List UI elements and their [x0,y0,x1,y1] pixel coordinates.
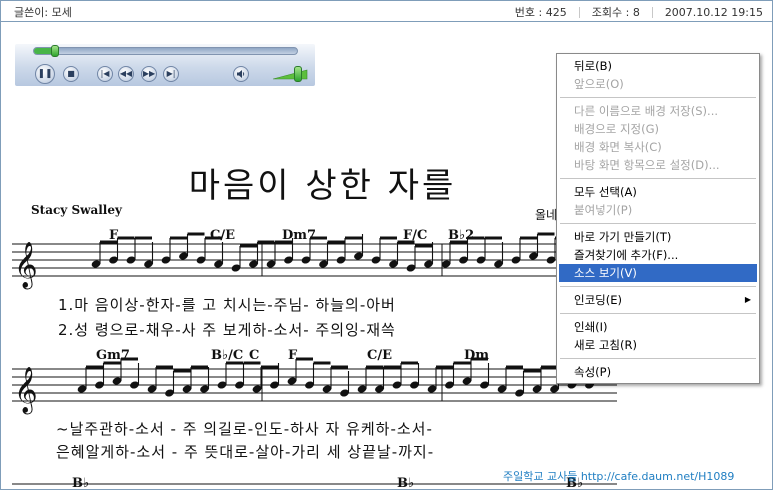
post-author: 글쓴이: 모세 [14,4,72,20]
menu-item-label: 뒤로(B) [574,59,613,73]
meta-divider [578,6,580,18]
post-number: 425 [545,5,567,19]
chord-label: Dm7 [282,228,317,243]
menu-separator [560,358,756,359]
post-datetime: 2007.10.12 19:15 [664,5,763,19]
number-label: 번호 : [514,6,543,19]
menu-item-encoding[interactable]: 인코딩(E) ▶ [559,291,757,309]
sheet-music: 𝄞 𝄞 F C/E Dm7 F/C B♭2 1.마 음이상-한자-를 고 치시는-… [12,222,625,490]
lyric-line: ~날주관하-소서 - 주 의길로-인도-하사 자 유케하-소서- [56,420,433,438]
chord-label: F [109,228,119,243]
chord-label: B♭ [72,476,90,490]
pause-button[interactable]: ❚❚ [35,64,55,84]
volume-thumb[interactable] [294,66,302,82]
menu-item-label: 모두 선택(A) [574,185,637,199]
sheet-title: 마음이 상한 자를 [188,166,457,206]
post-meta: 번호 : 425 조회수 : 8 2007.10.12 19:15 [515,4,763,20]
menu-item-view-source[interactable]: 소스 보기(V) [559,264,757,282]
menu-item-select-all[interactable]: 모두 선택(A) [559,183,757,201]
composer-name: Stacy Swalley [31,203,122,217]
menu-separator [560,97,756,98]
meta-divider [651,6,653,18]
view-count: 8 [632,5,640,19]
treble-clef-icon: 𝄞 [14,367,38,415]
author-name: 모세 [51,6,72,19]
menu-item-set-desktop-item[interactable]: 바탕 화면 항목으로 설정(D)... [559,156,757,174]
menu-item-copy-background[interactable]: 배경 화면 복사(C) [559,138,757,156]
menu-item-label: 배경 화면 복사(C) [574,140,662,154]
chord-label: C [249,348,260,363]
chord-label: F [288,348,298,363]
menu-item-label: 다른 이름으로 배경 저장(S)... [574,104,719,118]
stop-icon: ■ [67,69,75,78]
chord-label: Gm7 [96,348,130,363]
author-label: 글쓴이: [14,6,49,19]
media-player: ❚❚ ■ |◀ ◀◀ ▶▶ ▶| [15,44,315,86]
views-label: 조회수 : [591,6,630,19]
next-button[interactable]: ▶| [163,66,179,82]
stop-button[interactable]: ■ [63,66,79,82]
menu-item-paste[interactable]: 붙여넣기(P) [559,201,757,219]
menu-item-create-shortcut[interactable]: 바로 가기 만들기(T) [559,228,757,246]
menu-item-back[interactable]: 뒤로(B) [559,57,757,75]
mute-button[interactable] [233,66,249,82]
menu-separator [560,286,756,287]
menu-item-forward[interactable]: 앞으로(O) [559,75,757,93]
menu-item-properties[interactable]: 속성(P) [559,363,757,381]
chord-label: F/C [403,228,428,243]
seek-bar[interactable] [33,45,298,57]
lyric-line: 1.마 음이상-한자-를 고 치시는-주님- 하늘의-아버 [58,296,396,314]
previous-button[interactable]: |◀ [97,66,113,82]
menu-item-label: 앞으로(O) [574,77,624,91]
menu-item-label: 즐겨찾기에 추가(F)... [574,248,679,262]
menu-item-set-background[interactable]: 배경으로 지정(G) [559,120,757,138]
menu-item-label: 새로 고침(R) [574,338,637,352]
fast-forward-icon: ▶▶ [142,69,156,78]
menu-item-print[interactable]: 인쇄(I) [559,318,757,336]
speaker-icon [237,70,245,78]
context-menu: 뒤로(B) 앞으로(O) 다른 이름으로 배경 저장(S)... 배경으로 지정… [556,53,760,384]
menu-item-save-background[interactable]: 다른 이름으로 배경 저장(S)... [559,102,757,120]
fast-forward-button[interactable]: ▶▶ [141,66,157,82]
menu-item-label: 속성(P) [574,365,612,379]
menu-item-label: 배경으로 지정(G) [574,122,660,136]
menu-item-add-favorites[interactable]: 즐겨찾기에 추가(F)... [559,246,757,264]
next-icon: ▶| [166,69,176,78]
lyric-line: 2.성 령으로-채우-사 주 보게하-소서- 주의잉-재쓱 [58,321,396,339]
menu-item-label: 인코딩(E) [574,293,622,307]
pause-icon: ❚❚ [37,68,53,79]
chord-label: Dm [464,348,490,363]
header-divider [1,21,772,22]
menu-separator [560,178,756,179]
menu-item-label: 바탕 화면 항목으로 설정(D)... [574,158,720,172]
rewind-icon: ◀◀ [119,69,133,78]
rewind-button[interactable]: ◀◀ [118,66,134,82]
cafe-watermark: 주일학교 교사들 http://cafe.daum.net/H1089 [503,470,735,483]
treble-clef-icon: 𝄞 [14,242,38,290]
chord-label: B♭ [397,476,415,490]
submenu-arrow-icon: ▶ [744,295,751,304]
menu-item-label: 붙여넣기(P) [574,203,633,217]
lyric-line: 은혜알게하-소서 - 주 뜻대로-살아-가리 세 상끝날-까지- [56,443,435,461]
seek-thumb[interactable] [51,45,60,57]
menu-item-refresh[interactable]: 새로 고침(R) [559,336,757,354]
chord-label: C/E [210,228,236,243]
menu-item-label: 소스 보기(V) [574,266,637,280]
chord-label: B♭/C [211,348,244,363]
menu-separator [560,223,756,224]
previous-icon: |◀ [100,69,110,78]
menu-item-label: 인쇄(I) [574,320,608,334]
chord-label: C/E [367,348,393,363]
menu-separator [560,313,756,314]
menu-item-label: 바로 가기 만들기(T) [574,230,672,244]
chord-label: B♭2 [448,228,475,243]
